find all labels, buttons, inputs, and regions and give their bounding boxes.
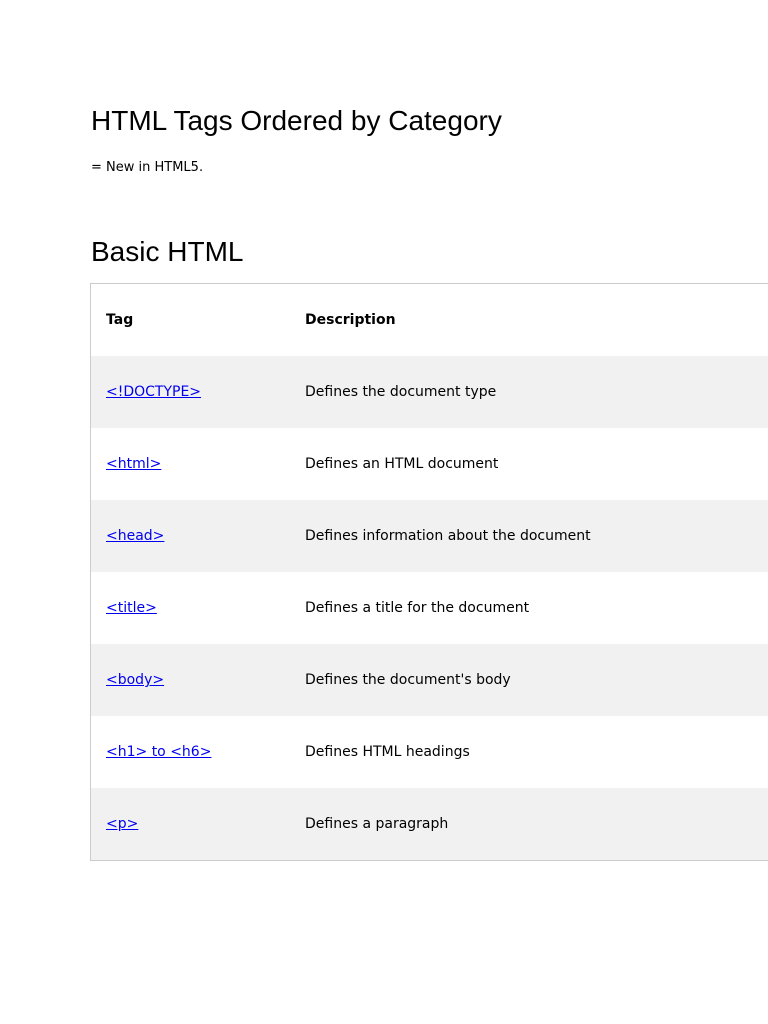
- tag-link[interactable]: <!DOCTYPE>: [106, 384, 201, 400]
- table-row: <body> Defines the document's body: [90, 644, 768, 716]
- tag-description: Defines the document's body: [305, 672, 511, 688]
- tag-link[interactable]: <title>: [106, 600, 157, 616]
- tag-link[interactable]: <head>: [106, 528, 164, 544]
- tag-description: Defines HTML headings: [305, 744, 470, 760]
- table-header-row: Tag Description: [91, 284, 768, 357]
- tags-table: Tag Description <!DOCTYPE> Defines the do…: [90, 283, 768, 861]
- tag-description: Defines a paragraph: [305, 816, 449, 832]
- tag-link[interactable]: <p>: [106, 816, 138, 832]
- tag-link[interactable]: <html>: [106, 456, 161, 472]
- page-title: HTML Tags Ordered by Category: [91, 105, 502, 136]
- tag-description: Defines a title for the document: [305, 600, 530, 616]
- table-row: <html> Defines an HTML document: [91, 428, 768, 500]
- tag-link[interactable]: <body>: [106, 672, 164, 688]
- table-row: <h1> to <h6> Defines HTML headings: [91, 716, 768, 788]
- table-row: <p> Defines a paragraph: [90, 788, 768, 861]
- table-row: <title> Defines a title for the document: [91, 572, 768, 644]
- tag-description: Defines an HTML document: [305, 456, 499, 472]
- tag-description: Defines the document type: [305, 384, 497, 400]
- table-row: <!DOCTYPE> Defines the document type: [90, 356, 768, 428]
- header-tag: Tag: [106, 312, 134, 328]
- header-description: Description: [305, 312, 396, 328]
- html5-note: = New in HTML5.: [91, 160, 204, 175]
- tag-link[interactable]: <h1> to <h6>: [106, 744, 211, 760]
- tag-description: Defines information about the document: [305, 528, 591, 544]
- table-row: <head> Defines information about the docu…: [90, 500, 768, 572]
- section-heading: Basic HTML: [91, 236, 244, 267]
